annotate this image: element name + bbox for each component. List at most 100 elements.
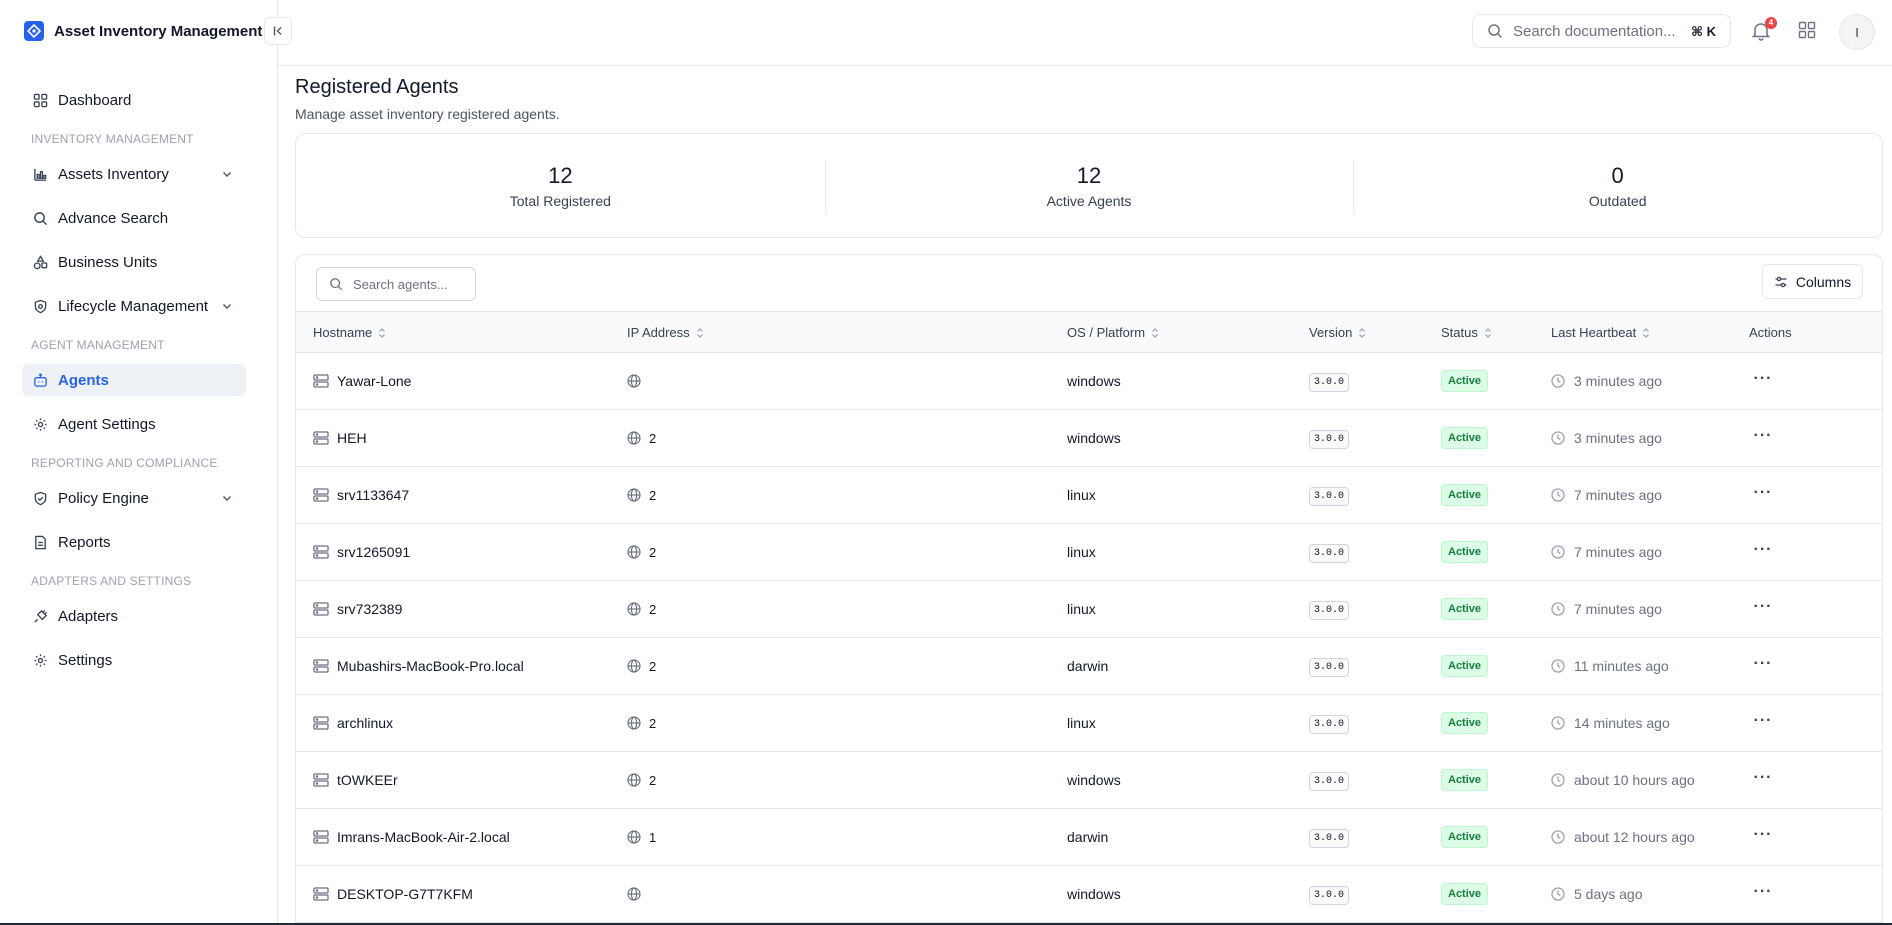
table-row[interactable]: srv1265091 2 linux 3.0.0 Active 7 minute… — [296, 524, 1882, 581]
avatar[interactable]: I — [1839, 14, 1875, 50]
table-row[interactable]: HEH 2 windows 3.0.0 Active 3 minutes ago… — [296, 410, 1882, 467]
sidebar-item-label: Lifecycle Management — [58, 297, 209, 315]
clock-icon — [1551, 887, 1565, 901]
dashboard-icon — [32, 92, 48, 108]
sidebar-item-assets-inventory[interactable]: Assets Inventory — [22, 158, 246, 190]
more-horizontal-icon[interactable]: ··· — [1749, 428, 1777, 449]
sidebar-item-agent-settings[interactable]: Agent Settings — [22, 408, 246, 440]
column-hostname[interactable]: Hostname — [296, 312, 627, 353]
ip-address: 2 — [649, 772, 657, 788]
chevron-down-icon[interactable] — [220, 167, 234, 181]
version-badge: 3.0.0 — [1309, 828, 1350, 848]
table-row[interactable]: srv1133647 2 linux 3.0.0 Active 7 minute… — [296, 467, 1882, 524]
column-last-heartbeat[interactable]: Last Heartbeat — [1551, 312, 1749, 353]
column-version[interactable]: Version — [1309, 312, 1441, 353]
agents-table: Hostname IP Address OS / Platform Versio… — [296, 311, 1882, 923]
clock-icon — [1551, 773, 1565, 787]
sidebar-item-business-units[interactable]: Business Units — [22, 246, 246, 278]
status-badge: Active — [1441, 427, 1489, 449]
sort-icon — [1359, 328, 1366, 338]
sidebar-item-advance-search[interactable]: Advance Search — [22, 202, 246, 234]
table-row[interactable]: tOWKEEr 2 windows 3.0.0 Active about 10 … — [296, 752, 1882, 809]
status-badge: Active — [1441, 655, 1489, 677]
table-row[interactable]: DESKTOP-G7T7KFM windows 3.0.0 Active 5 d… — [296, 866, 1882, 923]
clock-icon — [1551, 374, 1565, 388]
server-icon — [313, 773, 329, 787]
brand[interactable]: Asset Inventory Management — [24, 21, 262, 41]
more-horizontal-icon[interactable]: ··· — [1749, 371, 1777, 392]
chart-icon — [32, 166, 48, 182]
stat-label: Outdated — [1588, 192, 1647, 209]
clock-icon — [1551, 545, 1565, 559]
os-platform: linux — [1067, 544, 1096, 560]
more-horizontal-icon[interactable]: ··· — [1749, 713, 1777, 734]
table-header-row: Hostname IP Address OS / Platform Versio… — [296, 311, 1882, 353]
version-badge: 3.0.0 — [1309, 543, 1350, 563]
version-badge: 3.0.0 — [1309, 657, 1350, 677]
section-agent-management: AGENT MANAGEMENT — [31, 338, 165, 352]
hostname: Imrans-MacBook-Air-2.local — [337, 829, 510, 845]
sidebar-item-label: Reports — [58, 533, 111, 551]
stat-outdated: 0 Outdated — [1353, 134, 1882, 237]
table-row[interactable]: archlinux 2 linux 3.0.0 Active 14 minute… — [296, 695, 1882, 752]
more-horizontal-icon[interactable]: ··· — [1749, 827, 1777, 848]
column-label: Version — [1309, 324, 1353, 340]
clock-icon — [1551, 602, 1565, 616]
sidebar-item-policy-engine[interactable]: Policy Engine — [22, 482, 246, 514]
hostname: HEH — [337, 430, 367, 446]
globe-icon — [627, 773, 641, 787]
more-horizontal-icon[interactable]: ··· — [1749, 884, 1777, 905]
more-horizontal-icon[interactable]: ··· — [1749, 599, 1777, 620]
sidebar-collapse-button[interactable] — [264, 17, 292, 45]
agent-search-input[interactable] — [353, 276, 463, 292]
sidebar-item-settings[interactable]: Settings — [22, 644, 246, 676]
agent-search[interactable] — [316, 267, 476, 301]
sidebar-item-reports[interactable]: Reports — [22, 526, 246, 558]
server-icon — [313, 602, 329, 616]
last-heartbeat: 3 minutes ago — [1574, 373, 1662, 389]
sort-icon — [696, 328, 703, 338]
clock-icon — [1551, 488, 1565, 502]
sidebar-item-agents[interactable]: Agents — [22, 364, 246, 396]
sidebar-item-label: Dashboard — [58, 91, 132, 109]
clock-icon — [1551, 716, 1565, 730]
documentation-search[interactable]: Search documentation... ⌘ K — [1472, 14, 1731, 48]
sidebar-item-lifecycle-management[interactable]: Lifecycle Management — [22, 290, 246, 322]
more-horizontal-icon[interactable]: ··· — [1749, 770, 1777, 791]
ip-address: 2 — [649, 658, 657, 674]
sidebar-item-label: Agent Settings — [58, 415, 156, 433]
os-platform: windows — [1067, 430, 1121, 446]
table-row[interactable]: srv732389 2 linux 3.0.0 Active 7 minutes… — [296, 581, 1882, 638]
shield-check-icon — [32, 490, 48, 506]
chevron-down-icon[interactable] — [220, 491, 234, 505]
sidebar-item-dashboard[interactable]: Dashboard — [22, 84, 246, 116]
hostname: archlinux — [337, 715, 394, 731]
plug-icon — [32, 608, 48, 624]
more-horizontal-icon[interactable]: ··· — [1749, 656, 1777, 677]
table-row[interactable]: Yawar-Lone windows 3.0.0 Active 3 minute… — [296, 353, 1882, 410]
last-heartbeat: 5 days ago — [1574, 886, 1643, 902]
grid-icon[interactable] — [1798, 21, 1816, 39]
sort-icon — [379, 328, 386, 338]
stat-value: 12 — [548, 162, 573, 188]
last-heartbeat: 3 minutes ago — [1574, 430, 1662, 446]
column-status[interactable]: Status — [1441, 312, 1551, 353]
more-horizontal-icon[interactable]: ··· — [1749, 542, 1777, 563]
table-row[interactable]: Mubashirs-MacBook-Pro.local 2 darwin 3.0… — [296, 638, 1882, 695]
clock-icon — [1551, 431, 1565, 445]
more-horizontal-icon[interactable]: ··· — [1749, 485, 1777, 506]
notification-badge: 4 — [1765, 17, 1777, 29]
column-label: Hostname — [313, 324, 373, 340]
sidebar-item-adapters[interactable]: Adapters — [22, 600, 246, 632]
column-ip-address[interactable]: IP Address — [627, 312, 1067, 353]
sliders-icon — [1775, 276, 1787, 287]
column-label: Last Heartbeat — [1551, 324, 1637, 340]
globe-icon — [627, 488, 641, 502]
section-inventory-management: INVENTORY MANAGEMENT — [31, 132, 194, 146]
column-os-platform[interactable]: OS / Platform — [1067, 312, 1309, 353]
chevron-down-icon[interactable] — [220, 299, 234, 313]
version-badge: 3.0.0 — [1309, 486, 1350, 506]
os-platform: linux — [1067, 601, 1096, 617]
columns-button[interactable]: Columns — [1762, 264, 1863, 299]
table-row[interactable]: Imrans-MacBook-Air-2.local 1 darwin 3.0.… — [296, 809, 1882, 866]
